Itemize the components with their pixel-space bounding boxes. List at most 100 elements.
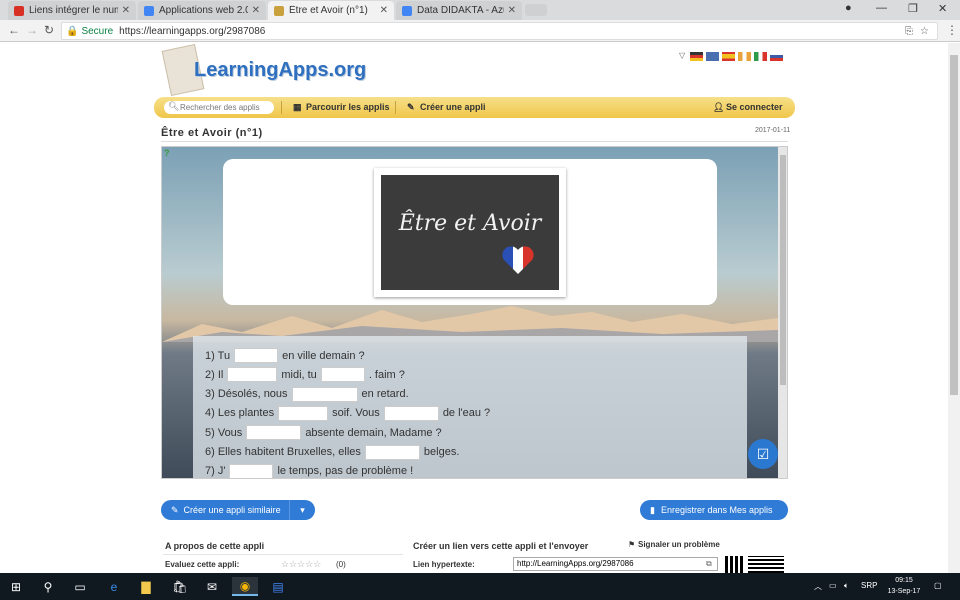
search-icon: 🔍︎ [168, 101, 180, 111]
save-to-my-apps-button[interactable]: ▮ Enregistrer dans Mes applis [640, 500, 788, 520]
maximize-icon[interactable]: ❐ [908, 2, 918, 15]
qr-code-icon[interactable] [748, 556, 784, 573]
browser-tab-docs[interactable]: Applications web 2.0 pou ✕ [138, 1, 266, 20]
clock-time: 09:15 [895, 577, 913, 584]
app-frame: ? ⤢ Être et Avoir 1) Tuen ville demain ?… [161, 146, 788, 479]
chevron-down-icon[interactable]: ▾ [289, 500, 315, 520]
network-icon[interactable]: ▭ [829, 581, 837, 590]
tab-title: Data DIDAKTA - Azurna [417, 5, 504, 16]
search-input[interactable]: Rechercher des applis [164, 101, 274, 114]
qr-code-icon[interactable] [725, 556, 745, 573]
answer-blank-input[interactable] [383, 405, 439, 421]
notification-icon[interactable]: ▢ [934, 581, 942, 590]
url-bar[interactable]: 🔒 Secure https://learningapps.org/298708… [61, 22, 938, 40]
close-window-icon[interactable]: ✕ [938, 2, 947, 15]
star-icon[interactable]: ☆ [920, 26, 929, 37]
about-heading: A propos de cette appli [165, 541, 265, 551]
copy-icon[interactable]: ⧉ [706, 559, 712, 569]
save-to-my-apps-label: Enregistrer dans Mes applis [660, 505, 773, 515]
fill-in-exercise: 1) Tu en ville demain ? 2) Il midi, tu . fai… [193, 336, 747, 478]
answer-blank-input[interactable] [229, 463, 274, 478]
browser-tab-data[interactable]: Data DIDAKTA - Azurna ✕ [396, 1, 522, 20]
flag-es-icon[interactable] [722, 52, 735, 61]
answer-blank-input[interactable] [291, 386, 358, 402]
answer-blank-input[interactable] [234, 348, 279, 363]
menu-icon[interactable]: ⋮ [946, 23, 958, 37]
flag-de-icon[interactable] [690, 52, 703, 61]
answer-blank-input[interactable] [246, 425, 302, 441]
forward-icon[interactable]: → [26, 23, 38, 37]
close-tab-icon[interactable]: ✕ [122, 5, 130, 16]
mail-icon[interactable]: ✉ [202, 577, 222, 596]
page-title: Être et Avoir (n°1) [161, 127, 263, 139]
page-scrollbar-thumb[interactable] [950, 55, 958, 395]
exercise-text: 1) Tu [205, 349, 231, 362]
tray-chevron-icon[interactable]: ︿ [814, 581, 822, 592]
task-view-icon[interactable]: ▭ [70, 577, 90, 596]
exercise-line: 7) J' le temps, pas de problème ! [205, 463, 413, 478]
chalkboard-image: Être et Avoir [374, 168, 566, 297]
input-language[interactable]: SRP [861, 581, 877, 590]
minimize-icon[interactable]: — [876, 2, 887, 14]
lock-icon: 🔒 [66, 25, 79, 37]
new-tab-button[interactable] [525, 4, 547, 16]
volume-icon[interactable]: 🔈︎ [844, 581, 849, 591]
hyperlink-label: Lien hypertexte: [413, 560, 475, 569]
close-tab-icon[interactable]: ✕ [252, 5, 260, 16]
create-similar-button[interactable]: ✎ Créer une appli similaire ▾ [161, 500, 315, 520]
browser-tab-active[interactable]: Être et Avoir (n°1) ✕ [268, 1, 394, 20]
flag-en-icon[interactable] [706, 52, 719, 61]
close-tab-icon[interactable]: ✕ [508, 5, 516, 16]
app-scrollbar-thumb[interactable] [780, 155, 786, 385]
help-icon[interactable]: ? [164, 148, 170, 158]
flag-it-icon[interactable] [754, 52, 767, 61]
answer-blank-input[interactable] [227, 367, 278, 383]
reload-icon[interactable]: ↻ [44, 23, 54, 37]
exercise-text: soif. Vous [332, 407, 380, 420]
translate-icon[interactable]: ⎘ [905, 26, 913, 37]
hyperlink-field[interactable]: http://LearningApps.org/2987086 [513, 557, 718, 571]
rating-stars-icon[interactable]: ☆☆☆☆☆ [281, 559, 321, 570]
edit-icon: ✎ [171, 504, 179, 515]
url-text: https://learningapps.org/2987086 [119, 25, 266, 37]
answer-blank-input[interactable] [278, 405, 329, 421]
exercise-text: absente demain, Madame ? [305, 426, 442, 439]
answer-blank-input[interactable] [364, 444, 420, 460]
secure-label: Secure [81, 25, 114, 37]
search-icon[interactable]: ⚲ [38, 577, 58, 596]
store-icon[interactable]: 🛍︎ [170, 577, 190, 596]
language-dropdown-icon[interactable]: ▽ [679, 51, 685, 60]
create-app-link[interactable]: Créer une appli [420, 102, 486, 112]
exercise-text: midi, tu [281, 368, 317, 381]
exercise-text: . faim ? [368, 368, 405, 381]
close-tab-icon[interactable]: ✕ [380, 5, 388, 16]
browse-apps-link[interactable]: Parcourir les applis [306, 102, 390, 112]
document-app-icon[interactable]: ▤ [268, 577, 288, 596]
flag-fr-icon[interactable] [738, 52, 751, 61]
answer-blank-input[interactable] [320, 367, 365, 383]
app-date: 2017-01-11 [755, 127, 791, 134]
profile-icon[interactable]: ● [845, 2, 852, 14]
report-problem-link[interactable]: Signaler un problème [638, 540, 720, 549]
browser-tab-gmail[interactable]: Liens intégrer le numéric ✕ [8, 1, 136, 20]
flag-ru-icon[interactable] [770, 52, 783, 61]
learningapps-icon [274, 5, 284, 16]
exercise-text: en retard. [361, 388, 409, 401]
taskbar-clock[interactable]: 09:15 13-Sep-17 [880, 575, 928, 597]
windows-taskbar: ⊞ ⚲ ▭ e ▇ 🛍︎ ✉ ◉ ▤ ︿ ▭ 🔈︎ SRP ▢ [0, 573, 960, 600]
flag-report-icon: ⚑ [628, 540, 636, 549]
chrome-icon[interactable]: ◉ [232, 577, 258, 596]
windows-start-icon[interactable]: ⊞ [6, 577, 26, 596]
exercise-text: 3) Désolés, nous [205, 388, 288, 401]
exercise-line: 1) Tu en ville demain ? [205, 348, 365, 363]
site-logo[interactable]: LearningApps.org [161, 43, 372, 99]
edge-icon[interactable]: e [104, 577, 124, 596]
check-answers-button[interactable]: ☑ [748, 439, 778, 469]
file-explorer-icon[interactable]: ▇ [136, 577, 156, 596]
tab-title: Être et Avoir (n°1) [289, 5, 368, 16]
docs-icon [402, 5, 412, 16]
login-link[interactable]: Se connecter [726, 102, 783, 112]
back-icon[interactable]: ← [8, 23, 20, 37]
docs-icon [144, 5, 154, 16]
exercise-line: 2) Il midi, tu . faim ? [205, 367, 405, 383]
